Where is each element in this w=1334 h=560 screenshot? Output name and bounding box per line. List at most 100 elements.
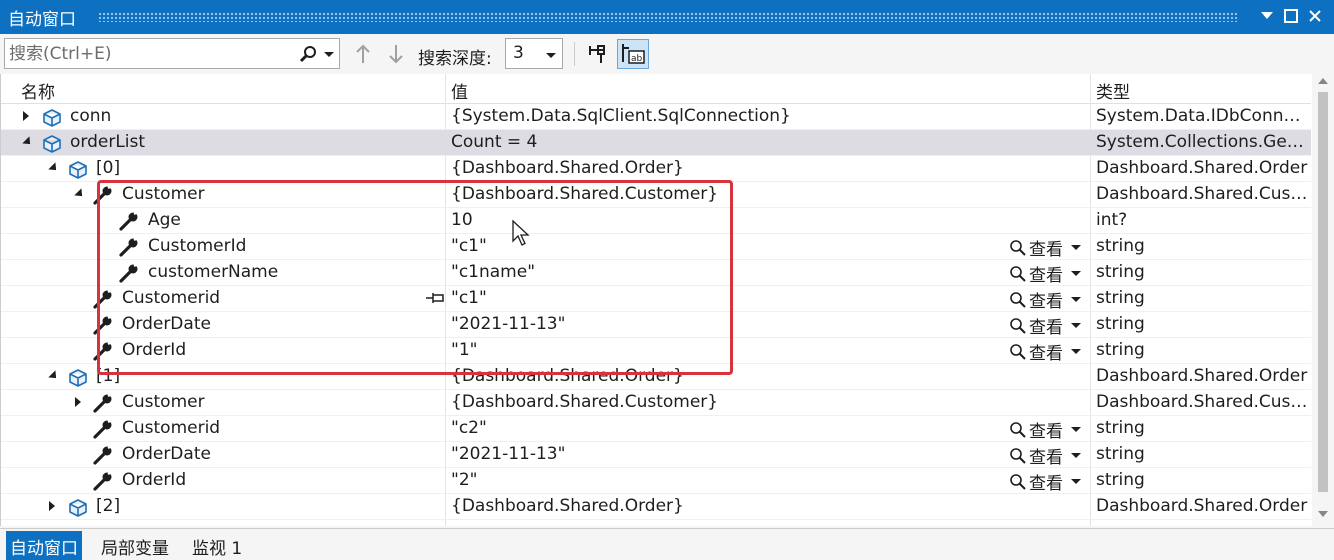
title-bar-grip[interactable] [98, 12, 1238, 22]
variable-value[interactable]: {Dashboard.Shared.Order} [451, 496, 1001, 516]
variable-name: OrderDate [122, 444, 211, 464]
variable-row[interactable]: Customer {Dashboard.Shared.Customer} Dashb… [1, 390, 1311, 416]
search-options-dropdown-icon[interactable] [323, 51, 335, 59]
variable-value[interactable]: {Dashboard.Shared.Order} [451, 158, 1001, 178]
variable-value[interactable]: "2021-11-13" [451, 314, 1001, 334]
search-depth-select[interactable]: 3 [505, 38, 563, 69]
collapse-arrow-icon[interactable] [22, 136, 34, 148]
variable-value[interactable]: "1" [451, 340, 1001, 360]
variable-value[interactable]: {System.Data.SqlClient.SqlConnection} [451, 106, 1001, 126]
variable-value[interactable]: 10 [451, 210, 1001, 230]
variable-value[interactable]: "c1" [451, 236, 1001, 256]
variable-row[interactable]: Customerid "c1" 查看 string [1, 286, 1311, 312]
variable-value[interactable]: "c1name" [451, 262, 1001, 282]
property-icon [119, 211, 141, 231]
variable-name: Customerid [122, 418, 221, 438]
view-visualizer-button[interactable]: 查看 [1009, 287, 1081, 312]
toolbar: 搜索深度: 3 ab [0, 34, 1334, 74]
view-visualizer-button[interactable]: 查看 [1009, 469, 1081, 494]
view-visualizer-button[interactable]: 查看 [1009, 339, 1081, 364]
chevron-down-icon[interactable] [1071, 427, 1081, 432]
collapse-arrow-icon[interactable] [48, 370, 60, 382]
column-header-type[interactable]: 类型 [1096, 78, 1130, 103]
variable-row[interactable]: orderList Count = 4 System.Collections.Gen… [1, 130, 1311, 156]
magnifier-icon [1010, 291, 1026, 308]
chevron-down-icon[interactable] [1071, 453, 1081, 458]
view-visualizer-button[interactable]: 查看 [1009, 235, 1081, 260]
chevron-down-icon[interactable] [1071, 297, 1081, 302]
window-position-dropdown-icon[interactable] [1256, 5, 1278, 27]
property-icon [93, 419, 115, 439]
maximize-icon[interactable] [1280, 5, 1302, 27]
variable-value[interactable]: {Dashboard.Shared.Customer} [451, 184, 1001, 204]
tab-autos[interactable]: 自动窗口 [6, 531, 82, 560]
vertical-scrollbar[interactable] [1312, 74, 1334, 526]
variable-value[interactable]: "2021-11-13" [451, 444, 1001, 464]
pin-icon[interactable] [584, 40, 610, 68]
magnifier-icon [1010, 343, 1026, 360]
variable-row[interactable]: CustomerId "c1" 查看 string [1, 234, 1311, 260]
variable-value[interactable]: {Dashboard.Shared.Order} [451, 366, 1001, 386]
variable-value[interactable]: "c2" [451, 418, 1001, 438]
search-next-icon[interactable] [385, 42, 407, 66]
variable-value[interactable]: "2" [451, 470, 1001, 490]
column-header-name[interactable]: 名称 [21, 78, 55, 103]
variable-name: OrderId [122, 340, 187, 360]
view-visualizer-button[interactable]: 查看 [1009, 417, 1081, 442]
scroll-up-icon[interactable] [1318, 78, 1328, 85]
property-icon [93, 445, 115, 465]
variable-row[interactable]: [1] {Dashboard.Shared.Order} Dashboard.Sha… [1, 364, 1311, 390]
search-icon[interactable] [297, 43, 319, 65]
variable-row[interactable]: [2] {Dashboard.Shared.Order} Dashboard.Sha… [1, 494, 1311, 520]
view-visualizer-button[interactable]: 查看 [1009, 443, 1081, 468]
close-icon[interactable] [1304, 5, 1326, 27]
tab-locals[interactable]: 局部变量 [97, 534, 173, 559]
tab-watch-1[interactable]: 监视 1 [188, 534, 246, 559]
expand-arrow-icon[interactable] [75, 397, 81, 407]
variable-row[interactable]: conn {System.Data.SqlClient.SqlConnection… [1, 104, 1311, 130]
object-icon [67, 367, 89, 387]
object-icon [41, 107, 63, 127]
property-icon [119, 263, 141, 283]
chevron-down-icon[interactable] [1071, 271, 1081, 276]
scroll-down-icon[interactable] [1318, 511, 1328, 518]
chevron-down-icon[interactable] [1071, 349, 1081, 354]
variable-value[interactable]: "c1" [451, 288, 1001, 308]
view-label: 查看 [1029, 448, 1063, 468]
variable-row[interactable]: [0] {Dashboard.Shared.Order} Dashboard.Sha… [1, 156, 1311, 182]
variable-row[interactable]: OrderDate "2021-11-13" 查看 string [1, 442, 1311, 468]
variable-value[interactable]: Count = 4 [451, 132, 1001, 152]
variable-row[interactable]: OrderId "1" 查看 string [1, 338, 1311, 364]
variable-name: customerName [148, 262, 279, 282]
variable-name: Customer [122, 184, 205, 204]
view-visualizer-button[interactable]: 查看 [1009, 261, 1081, 286]
variable-type: string [1096, 288, 1145, 308]
hex-view-toggle-icon[interactable]: ab [617, 39, 649, 69]
search-previous-icon[interactable] [352, 42, 374, 66]
expand-arrow-icon[interactable] [23, 111, 29, 121]
variable-row[interactable]: Customerid "c2" 查看 string [1, 416, 1311, 442]
variable-name: Customerid [122, 288, 221, 308]
variable-row[interactable]: Customer {Dashboard.Shared.Customer} Dashb… [1, 182, 1311, 208]
expand-arrow-icon[interactable] [49, 501, 55, 511]
view-label: 查看 [1029, 266, 1063, 286]
column-header-value[interactable]: 值 [451, 78, 468, 103]
variable-row[interactable]: OrderDate "2021-11-13" 查看 string [1, 312, 1311, 338]
variable-value[interactable]: {Dashboard.Shared.Customer} [451, 392, 1001, 412]
view-visualizer-button[interactable]: 查看 [1009, 313, 1081, 338]
variable-row[interactable]: OrderId "2" 查看 string [1, 468, 1311, 494]
search-box[interactable] [4, 38, 340, 69]
collapse-arrow-icon[interactable] [48, 162, 60, 174]
collapse-arrow-icon[interactable] [74, 188, 86, 200]
variable-name: conn [70, 106, 112, 126]
search-input[interactable] [9, 41, 279, 66]
chevron-down-icon[interactable] [1071, 245, 1081, 250]
scrollbar-thumb[interactable] [1318, 92, 1328, 492]
variable-type: Dashboard.Shared.Customer [1096, 392, 1308, 412]
variable-row[interactable]: Age 10 int? [1, 208, 1311, 234]
pin-property-icon[interactable] [425, 290, 445, 311]
chevron-down-icon[interactable] [1071, 323, 1081, 328]
chevron-down-icon[interactable] [1071, 479, 1081, 484]
variable-row[interactable]: customerName "c1name" 查看 string [1, 260, 1311, 286]
property-icon [93, 341, 115, 361]
